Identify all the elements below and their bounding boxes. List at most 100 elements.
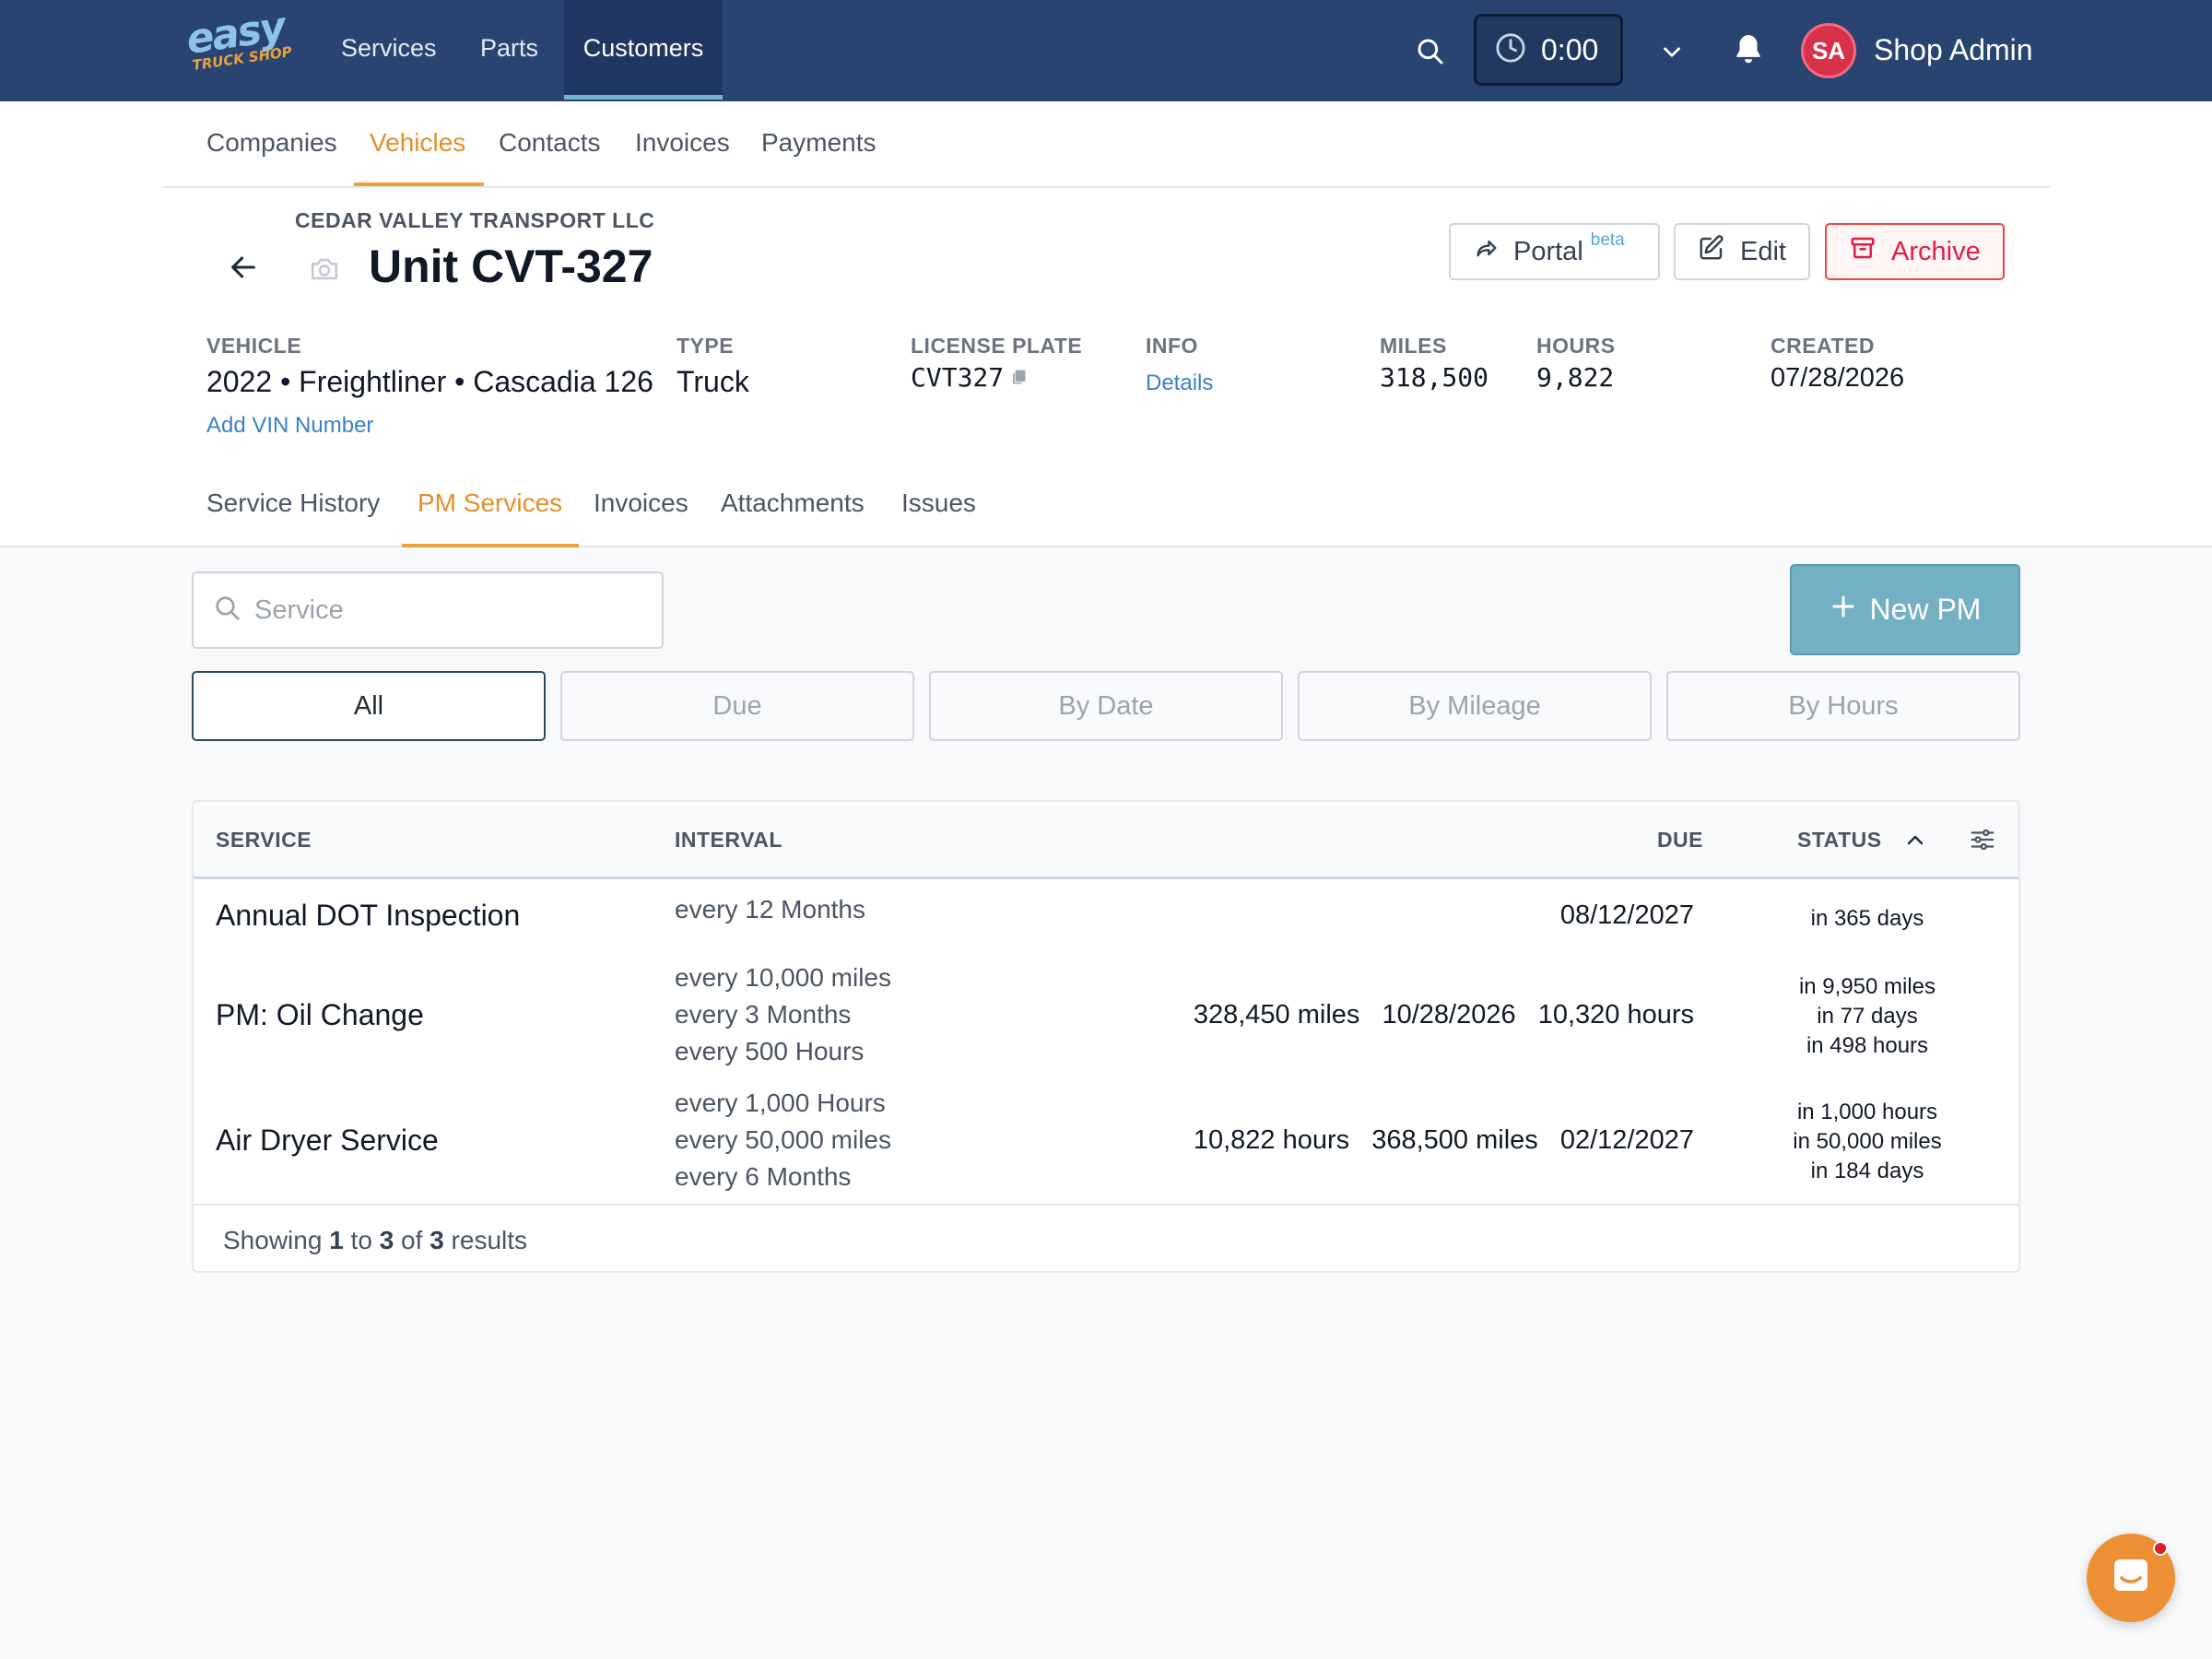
status-line: in 498 hours	[1806, 1033, 1929, 1058]
easy-truck-shop-logo[interactable]: easy TRUCK SHOP	[183, 4, 293, 83]
archive-label: Archive	[1891, 236, 1981, 266]
vehicle-header-panel	[0, 101, 2212, 547]
filter-by-mileage[interactable]: By Mileage	[1298, 671, 1652, 741]
column-header-interval[interactable]: INTERVAL	[675, 828, 782, 853]
tab-pm-services[interactable]: PM Services	[418, 488, 562, 518]
due-cell: 10,822 hours 368,500 miles 02/12/2027	[1179, 1125, 1694, 1156]
table-row[interactable]: Air Dryer Service every 1,000 Hours ever…	[194, 1079, 2018, 1204]
miles-value: 318,500	[1380, 362, 1489, 393]
hours-value: 9,822	[1536, 362, 1615, 393]
subnav-companies[interactable]: Companies	[206, 128, 337, 158]
tab-active-indicator	[402, 544, 579, 547]
edit-label: Edit	[1740, 236, 1786, 266]
details-link[interactable]: Details	[1146, 371, 1213, 396]
topnav-services[interactable]: Services	[341, 0, 437, 100]
summary-of-word: of	[401, 1226, 423, 1254]
tab-invoices[interactable]: Invoices	[594, 488, 688, 518]
archive-button[interactable]: Archive	[1825, 223, 2005, 280]
due-value: 328,450 miles	[1193, 1000, 1360, 1030]
sort-ascending-icon[interactable]	[1902, 828, 1928, 853]
subnav-contacts[interactable]: Contacts	[499, 128, 601, 158]
license-plate-label: LICENSE PLATE	[911, 334, 1083, 358]
edit-icon	[1698, 234, 1725, 269]
topnav-customers[interactable]: Customers	[564, 0, 723, 100]
interval-cell: every 1,000 Hours every 50,000 miles eve…	[675, 1085, 891, 1195]
interval-line: every 50,000 miles	[675, 1125, 892, 1154]
new-pm-button[interactable]: New PM	[1790, 564, 2020, 655]
subnav-divider	[162, 186, 2050, 188]
edit-button[interactable]: Edit	[1674, 223, 1810, 280]
chat-launcher-button[interactable]	[2087, 1534, 2175, 1622]
camera-icon[interactable]	[306, 253, 343, 286]
column-header-status[interactable]: STATUS	[1797, 828, 1882, 853]
created-value: 07/28/2026	[1771, 363, 1905, 393]
table-header: SERVICE INTERVAL DUE STATUS	[194, 802, 2018, 879]
service-search-input[interactable]	[254, 594, 641, 626]
hours-label: HOURS	[1536, 334, 1616, 358]
service-name[interactable]: Annual DOT Inspection	[216, 899, 520, 933]
time-clock-button[interactable]: 0:00	[1474, 14, 1623, 86]
due-value: 368,500 miles	[1371, 1125, 1538, 1155]
status-cell: in 1,000 hours in 50,000 miles in 184 da…	[1757, 1098, 1978, 1186]
search-icon[interactable]	[1412, 33, 1449, 70]
column-settings-icon[interactable]	[1967, 824, 1998, 855]
bell-icon[interactable]	[1729, 29, 1768, 70]
interval-line: every 10,000 miles	[675, 963, 892, 992]
status-line: in 365 days	[1810, 906, 1924, 931]
pm-services-table: SERVICE INTERVAL DUE STATUS Annual DOT I…	[192, 800, 2020, 1273]
subnav-active-indicator	[354, 182, 484, 186]
timer-value: 0:00	[1541, 32, 1599, 66]
summary-to-word: to	[350, 1226, 372, 1254]
interval-cell: every 12 Months	[675, 891, 865, 928]
interval-cell: every 10,000 miles every 3 Months every …	[675, 959, 891, 1070]
summary-from: 1	[329, 1226, 344, 1254]
type-label: TYPE	[677, 334, 735, 358]
due-value: 10,320 hours	[1537, 1000, 1694, 1030]
subnav-invoices[interactable]: Invoices	[635, 128, 730, 158]
top-navigation-bar: easy TRUCK SHOP Services Parts Customers…	[0, 0, 2212, 101]
filter-by-date[interactable]: By Date	[929, 671, 1283, 741]
back-arrow-icon[interactable]	[223, 249, 264, 286]
status-cell: in 365 days	[1757, 904, 1978, 934]
due-cell: 328,450 miles 10/28/2026 10,320 hours	[1179, 1000, 1694, 1030]
table-row[interactable]: Annual DOT Inspection every 12 Months 08…	[194, 882, 2018, 954]
summary-total: 3	[429, 1226, 444, 1254]
unit-title: Unit CVT-327	[369, 241, 653, 292]
table-footer: Showing 1 to 3 of 3 results	[194, 1204, 2018, 1271]
column-header-due[interactable]: DUE	[1657, 828, 1703, 853]
user-name[interactable]: Shop Admin	[1874, 33, 2033, 67]
subnav-payments[interactable]: Payments	[761, 128, 877, 158]
service-name[interactable]: Air Dryer Service	[216, 1124, 439, 1158]
chevron-down-icon[interactable]	[1655, 35, 1688, 68]
due-value: 10,822 hours	[1193, 1125, 1350, 1155]
topnav-parts[interactable]: Parts	[480, 0, 538, 100]
tab-attachments[interactable]: Attachments	[721, 488, 865, 518]
interval-line: every 3 Months	[675, 1000, 852, 1029]
filter-by-hours[interactable]: By Hours	[1666, 671, 2020, 741]
due-value: 10/28/2026	[1382, 1000, 1516, 1030]
interval-line: every 500 Hours	[675, 1037, 865, 1065]
pagination-summary: Showing 1 to 3 of 3 results	[223, 1226, 527, 1255]
subnav-vehicles[interactable]: Vehicles	[370, 128, 465, 158]
service-name[interactable]: PM: Oil Change	[216, 998, 424, 1032]
column-header-service[interactable]: SERVICE	[216, 828, 312, 853]
created-label: CREATED	[1771, 334, 1875, 358]
copy-icon[interactable]	[1008, 367, 1029, 387]
summary-to: 3	[379, 1226, 394, 1254]
tab-service-history[interactable]: Service History	[206, 488, 380, 518]
search-box[interactable]	[192, 571, 664, 649]
tab-issues[interactable]: Issues	[901, 488, 976, 518]
new-pm-label: New PM	[1869, 593, 1982, 626]
interval-line: every 12 Months	[675, 895, 865, 924]
table-row[interactable]: PM: Oil Change every 10,000 miles every …	[194, 954, 2018, 1079]
notification-dot	[2153, 1541, 2168, 1556]
add-vin-link[interactable]: Add VIN Number	[206, 413, 373, 439]
filter-due[interactable]: Due	[560, 671, 914, 741]
company-name[interactable]: CEDAR VALLEY TRANSPORT LLC	[295, 208, 654, 233]
interval-line: every 1,000 Hours	[675, 1088, 886, 1117]
portal-button[interactable]: Portal beta	[1449, 223, 1660, 280]
portal-label: Portal	[1513, 236, 1583, 266]
status-line: in 77 days	[1817, 1004, 1918, 1029]
user-avatar[interactable]: SA	[1801, 23, 1856, 78]
filter-all[interactable]: All	[192, 671, 546, 741]
